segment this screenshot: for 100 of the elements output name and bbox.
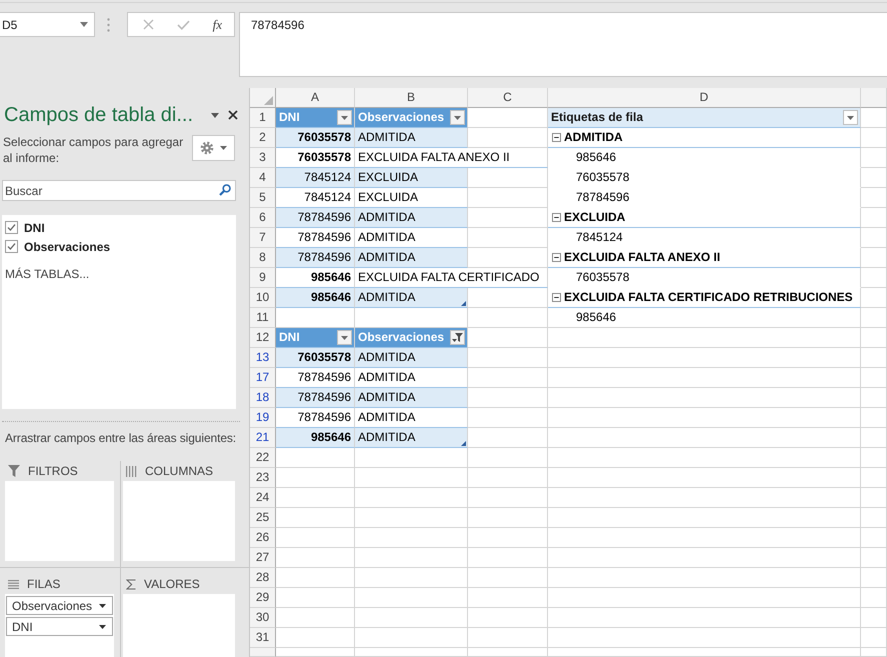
row-number[interactable]: 28 bbox=[250, 568, 276, 588]
table-cell: 7845124 bbox=[276, 188, 355, 208]
row-number[interactable]: 13 bbox=[250, 348, 276, 368]
tick-icon bbox=[177, 20, 190, 30]
area-label: FILTROS bbox=[28, 464, 78, 478]
table-cell: 76035578 bbox=[276, 348, 355, 368]
row-number[interactable]: 7 bbox=[250, 228, 276, 248]
filter-button[interactable] bbox=[450, 330, 465, 345]
checkbox[interactable] bbox=[5, 240, 18, 253]
table-cell: ADMITIDA bbox=[355, 368, 468, 388]
drop-area[interactable]: Observaciones DNI bbox=[5, 594, 114, 657]
table-cell: 76035578 bbox=[276, 148, 355, 168]
settings-button[interactable] bbox=[192, 135, 235, 161]
row-number[interactable]: 8 bbox=[250, 248, 276, 268]
row-number[interactable]: 12 bbox=[250, 328, 276, 348]
formula-field[interactable]: 78784596 bbox=[239, 12, 887, 77]
minus-box-icon[interactable] bbox=[552, 253, 561, 262]
drop-area[interactable] bbox=[123, 481, 235, 561]
minus-box-icon[interactable] bbox=[552, 293, 561, 302]
pivot-header-label: Etiquetas de fila bbox=[551, 109, 644, 126]
table-cell: ADMITIDA bbox=[355, 348, 468, 368]
more-tables-link[interactable]: MÁS TABLAS... bbox=[5, 267, 90, 281]
row-number[interactable]: 25 bbox=[250, 508, 276, 528]
table-cell: 7845124 bbox=[276, 168, 355, 188]
table-cell: 78784596 bbox=[276, 408, 355, 428]
table-cell: 78784596 bbox=[276, 368, 355, 388]
group-label: EXCLUIDA FALTA ANEXO II bbox=[564, 249, 720, 266]
search-field[interactable]: Buscar bbox=[2, 180, 236, 201]
filter-button[interactable] bbox=[843, 110, 858, 125]
row-number[interactable]: 24 bbox=[250, 488, 276, 508]
area-field-button[interactable]: DNI bbox=[6, 617, 113, 636]
select-all-button[interactable] bbox=[250, 88, 276, 108]
corner-triangle-icon bbox=[264, 96, 273, 105]
cell-text: ADMITIDA bbox=[358, 430, 416, 444]
table-cell: ADMITIDA bbox=[355, 228, 468, 248]
column-header[interactable]: C bbox=[468, 88, 548, 108]
row-number[interactable]: 1 bbox=[250, 108, 276, 128]
column-header[interactable]: A bbox=[276, 88, 355, 108]
close-icon[interactable] bbox=[228, 110, 238, 120]
sum-icon bbox=[126, 578, 136, 590]
row-number[interactable]: 10 bbox=[250, 288, 276, 308]
row-number[interactable]: 30 bbox=[250, 608, 276, 628]
header-label: Observaciones bbox=[358, 109, 444, 126]
areas-hint: Arrastrar campos entre las áreas siguientes: bbox=[5, 431, 238, 445]
row-number[interactable]: 29 bbox=[250, 588, 276, 608]
name-box[interactable]: D5 bbox=[0, 12, 95, 37]
filter-button[interactable] bbox=[337, 330, 352, 345]
filter-button[interactable] bbox=[337, 110, 352, 125]
table-cell: EXCLUIDA bbox=[355, 188, 468, 208]
checkbox[interactable] bbox=[5, 221, 18, 234]
resize-handle-icon[interactable] bbox=[461, 441, 466, 446]
row-number[interactable]: 6 bbox=[250, 208, 276, 228]
row-number[interactable]: 2 bbox=[250, 128, 276, 148]
cell-text: ADMITIDA bbox=[358, 290, 416, 304]
row-number[interactable]: 17 bbox=[250, 368, 276, 388]
table-cell: 76035578 bbox=[276, 128, 355, 148]
row-number[interactable]: 4 bbox=[250, 168, 276, 188]
table-cell: ADMITIDA bbox=[355, 408, 468, 428]
row-number[interactable]: 23 bbox=[250, 468, 276, 488]
caret-icon[interactable] bbox=[211, 112, 219, 118]
area-label: VALORES bbox=[144, 577, 200, 591]
row-number[interactable]: 21 bbox=[250, 428, 276, 448]
row-number[interactable]: 31 bbox=[250, 628, 276, 648]
resize-handle-icon[interactable] bbox=[461, 301, 466, 306]
caret-icon bbox=[220, 146, 227, 150]
column-header[interactable]: D bbox=[548, 88, 861, 108]
caret-icon[interactable] bbox=[80, 22, 88, 27]
table-cell: 78784596 bbox=[276, 208, 355, 228]
table-cell: EXCLUIDA FALTA CERTIFICADO bbox=[355, 268, 548, 288]
drop-area[interactable] bbox=[123, 594, 235, 657]
drop-area[interactable] bbox=[5, 481, 114, 561]
vertical-dots-icon[interactable] bbox=[107, 18, 110, 32]
row-number[interactable]: 5 bbox=[250, 188, 276, 208]
caret-icon bbox=[341, 116, 348, 120]
row-number[interactable]: 26 bbox=[250, 528, 276, 548]
insert-function-button[interactable]: fx bbox=[210, 16, 224, 32]
row-number[interactable]: 9 bbox=[250, 268, 276, 288]
row-number[interactable]: 22 bbox=[250, 448, 276, 468]
row-number[interactable]: 3 bbox=[250, 148, 276, 168]
minus-box-icon[interactable] bbox=[552, 213, 561, 222]
row-number[interactable]: 27 bbox=[250, 548, 276, 568]
group-label: EXCLUIDA FALTA CERTIFICADO RETRIBUCIONES bbox=[564, 289, 853, 306]
caret-icon bbox=[99, 604, 106, 608]
table-cell: 985646 bbox=[276, 428, 355, 448]
column-header[interactable]: B bbox=[355, 88, 468, 108]
instruction-text: Seleccionar campos para agregar al informe: bbox=[3, 134, 184, 166]
row-number[interactable]: 18 bbox=[250, 388, 276, 408]
search-icon[interactable] bbox=[219, 184, 231, 196]
table-cell: ADMITIDA bbox=[355, 128, 468, 148]
minus-box-icon[interactable] bbox=[552, 133, 561, 142]
table-cell: 78784596 bbox=[276, 388, 355, 408]
group-label: ADMITIDA bbox=[564, 129, 623, 146]
cross-icon bbox=[143, 19, 154, 30]
area-field-button[interactable]: Observaciones bbox=[6, 596, 113, 615]
row-number[interactable]: 11 bbox=[250, 308, 276, 328]
header-label: DNI bbox=[279, 109, 300, 126]
row-number[interactable]: 19 bbox=[250, 408, 276, 428]
filter-button[interactable] bbox=[450, 110, 465, 125]
table-cell: EXCLUIDA FALTA ANEXO II bbox=[355, 148, 548, 168]
caret-icon bbox=[99, 624, 106, 628]
